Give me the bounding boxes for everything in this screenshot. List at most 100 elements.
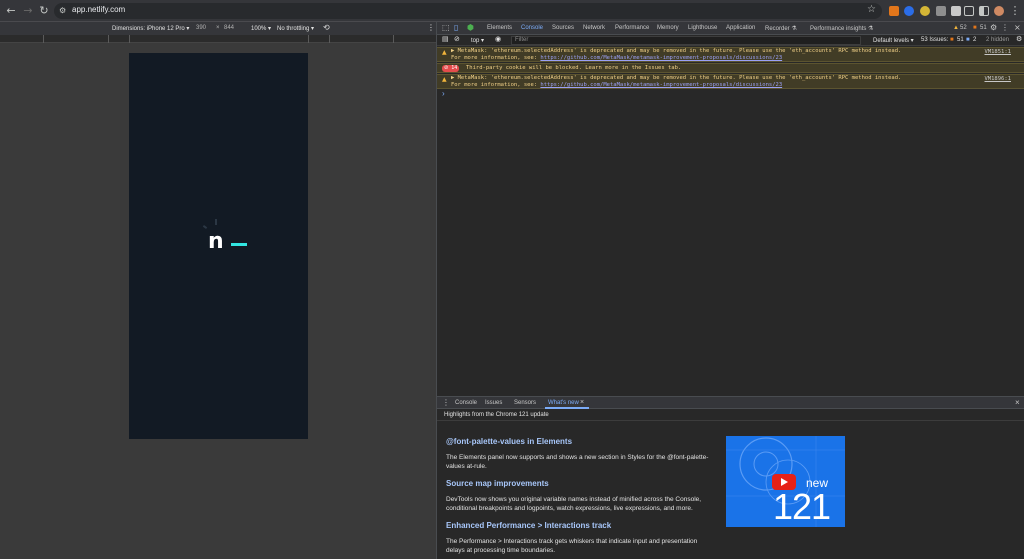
whats-new-body: DevTools now shows you original variable… (446, 496, 702, 512)
message-link[interactable]: https://github.com/MetaMask/metamask-imp… (540, 55, 782, 61)
menu-kebab-icon[interactable]: ⋮ (1008, 4, 1022, 18)
console-filter-input[interactable]: Filter (511, 36, 861, 45)
settings-gear-icon[interactable]: ⚙ (990, 23, 997, 32)
message-source-link[interactable]: VM1896:1 (985, 76, 1012, 83)
issues-info-icon: ■ (966, 37, 970, 43)
message-text: ▶ MetaMask: 'ethereum.selectedAddress' i… (451, 48, 902, 54)
site-info-icon[interactable]: ⚙ (59, 6, 66, 15)
whats-new-heading[interactable]: @font-palette-values in Elements (446, 437, 572, 446)
tab-application[interactable]: Application (726, 25, 755, 31)
promo-version-number: 121 (773, 486, 831, 527)
issues-warn-count[interactable]: 51 (957, 37, 964, 43)
more-options-icon[interactable]: ⋮ (427, 23, 435, 32)
issues-count[interactable]: 51 (980, 25, 987, 31)
devtools-menu-icon[interactable]: ⋮ (1001, 23, 1009, 32)
warning-count[interactable]: 52 (960, 25, 967, 31)
filter-placeholder: Filter (515, 37, 529, 43)
log-levels-select[interactable]: Default levels ▾ (873, 37, 914, 44)
device-width-input[interactable]: 390 (196, 25, 206, 31)
warning-triangle-icon: ▲ (442, 49, 447, 56)
console-message[interactable]: ▲ ▶ MetaMask: 'ethereum.selectedAddress'… (437, 74, 1024, 89)
tab-memory[interactable]: Memory (657, 25, 679, 31)
extensions-puzzle-icon[interactable] (964, 6, 974, 16)
whats-new-heading[interactable]: Source map improvements (446, 479, 549, 488)
issues-warn-icon: ■ (950, 37, 954, 43)
forward-icon[interactable]: → (21, 4, 35, 18)
netlify-logo-bar (231, 243, 247, 246)
live-expression-eye-icon[interactable]: ◉ (495, 35, 501, 43)
url-text: app.netlify.com (72, 5, 126, 14)
tab-performance[interactable]: Performance (615, 25, 649, 31)
address-bar[interactable]: ⚙ app.netlify.com ☆ (54, 3, 882, 19)
close-drawer-icon[interactable]: × (1015, 398, 1020, 407)
close-tab-icon[interactable]: × (580, 399, 584, 406)
browser-toolbar: ← → ↻ ⚙ app.netlify.com ☆ ⋮ (0, 0, 1024, 22)
console-message[interactable]: ⊘ 14 Third-party cookie will be blocked.… (437, 63, 1024, 73)
drawer-tab-issues[interactable]: Issues (485, 400, 502, 406)
whats-new-body: The Elements panel now supports and show… (446, 454, 709, 470)
tab-lighthouse[interactable]: Lighthouse (688, 25, 717, 31)
repeat-count-badge: ⊘ 14 (442, 65, 460, 72)
devtools-main-tabs: ⬚ ▯ ⬢ Elements Console Sources Network P… (437, 22, 1024, 35)
devtools-drawer: ⋮ Console Issues Sensors What's new × × … (437, 396, 1024, 559)
tab-performance-insights[interactable]: Performance insights ⚗ (810, 25, 873, 32)
drawer-menu-icon[interactable]: ⋮ (442, 398, 450, 407)
tab-console[interactable]: Console (521, 25, 543, 31)
message-text-prefix: For more information, see: (451, 82, 541, 88)
extension-icon[interactable] (904, 6, 914, 16)
inspect-element-icon[interactable]: ⬚ (442, 23, 450, 32)
message-link[interactable]: https://github.com/MetaMask/metamask-imp… (540, 82, 782, 88)
sidebar-toggle-icon[interactable]: ▤ (442, 35, 449, 43)
whats-new-body: The Performance > Interactions track get… (446, 538, 698, 554)
clear-console-icon[interactable]: ⊘ (454, 35, 460, 43)
throttling-select[interactable]: No throttling ▾ (277, 25, 314, 32)
back-icon[interactable]: ← (4, 4, 18, 18)
message-text-prefix: For more information, see: (451, 55, 541, 61)
hidden-messages-count: 2 hidden (986, 37, 1010, 43)
message-text: ▶ MetaMask: 'ethereum.selectedAddress' i… (451, 75, 902, 81)
console-settings-gear-icon[interactable]: ⚙ (1016, 35, 1022, 43)
media-query-ruler (0, 35, 436, 43)
reload-icon[interactable]: ↻ (37, 4, 51, 18)
drawer-tab-console[interactable]: Console (455, 400, 477, 406)
message-source-link[interactable]: VM1851:1 (985, 49, 1012, 56)
devtools-panel: ⬚ ▯ ⬢ Elements Console Sources Network P… (436, 22, 1024, 559)
chrome-121-promo-image[interactable]: new 121 (726, 436, 845, 527)
netlify-logo-letter: n (208, 229, 224, 254)
whats-new-heading[interactable]: Enhanced Performance > Interactions trac… (446, 521, 611, 530)
avatar[interactable] (994, 6, 1004, 16)
zoom-select[interactable]: 100% ▾ (251, 25, 271, 32)
extension-icon[interactable] (951, 6, 961, 16)
close-devtools-icon[interactable]: × (1014, 23, 1021, 32)
bookmark-star-icon[interactable]: ☆ (867, 4, 876, 15)
issues-count-icon[interactable]: ■ (973, 25, 977, 31)
issues-summary-label[interactable]: 53 Issues: (921, 37, 948, 43)
tab-elements[interactable]: Elements (487, 25, 512, 31)
tab-sources[interactable]: Sources (552, 25, 574, 31)
context-select[interactable]: top ▾ (471, 37, 484, 44)
issues-info-count[interactable]: 2 (973, 37, 976, 43)
console-prompt[interactable]: › (442, 89, 445, 98)
warning-count-icon[interactable]: ▲ (953, 25, 959, 31)
dimension-separator: × (216, 25, 220, 31)
device-height-input[interactable]: 844 (224, 25, 234, 31)
extension-icon[interactable] (936, 6, 946, 16)
drawer-tab-whats-new[interactable]: What's new (548, 400, 579, 406)
loading-spinner-mark (215, 219, 217, 225)
tab-recorder[interactable]: Recorder ⚗ (765, 25, 797, 32)
console-toolbar: ▤ ⊘ top ▾ ◉ Filter Default levels ▾ 53 I… (437, 35, 1024, 46)
console-message[interactable]: ▲ ▶ MetaMask: 'ethereum.selectedAddress'… (437, 47, 1024, 62)
extension-shield-icon[interactable]: ⬢ (467, 23, 474, 32)
extension-icon[interactable] (920, 6, 930, 16)
tab-network[interactable]: Network (583, 25, 605, 31)
warning-triangle-icon: ▲ (442, 76, 447, 83)
device-select[interactable]: Dimensions: iPhone 12 Pro ▾ (112, 25, 189, 32)
message-text: Third-party cookie will be blocked. Lear… (466, 65, 682, 71)
whats-new-subtitle: Highlights from the Chrome 121 update (444, 412, 549, 418)
device-toggle-icon[interactable]: ▯ (454, 23, 458, 32)
device-toolbar: Dimensions: iPhone 12 Pro ▾ 390 × 844 10… (0, 22, 436, 35)
drawer-tab-sensors[interactable]: Sensors (514, 400, 536, 406)
side-panel-icon[interactable] (979, 6, 989, 16)
metamask-extension-icon[interactable] (889, 6, 899, 16)
rotate-icon[interactable]: ⟲ (323, 23, 330, 32)
